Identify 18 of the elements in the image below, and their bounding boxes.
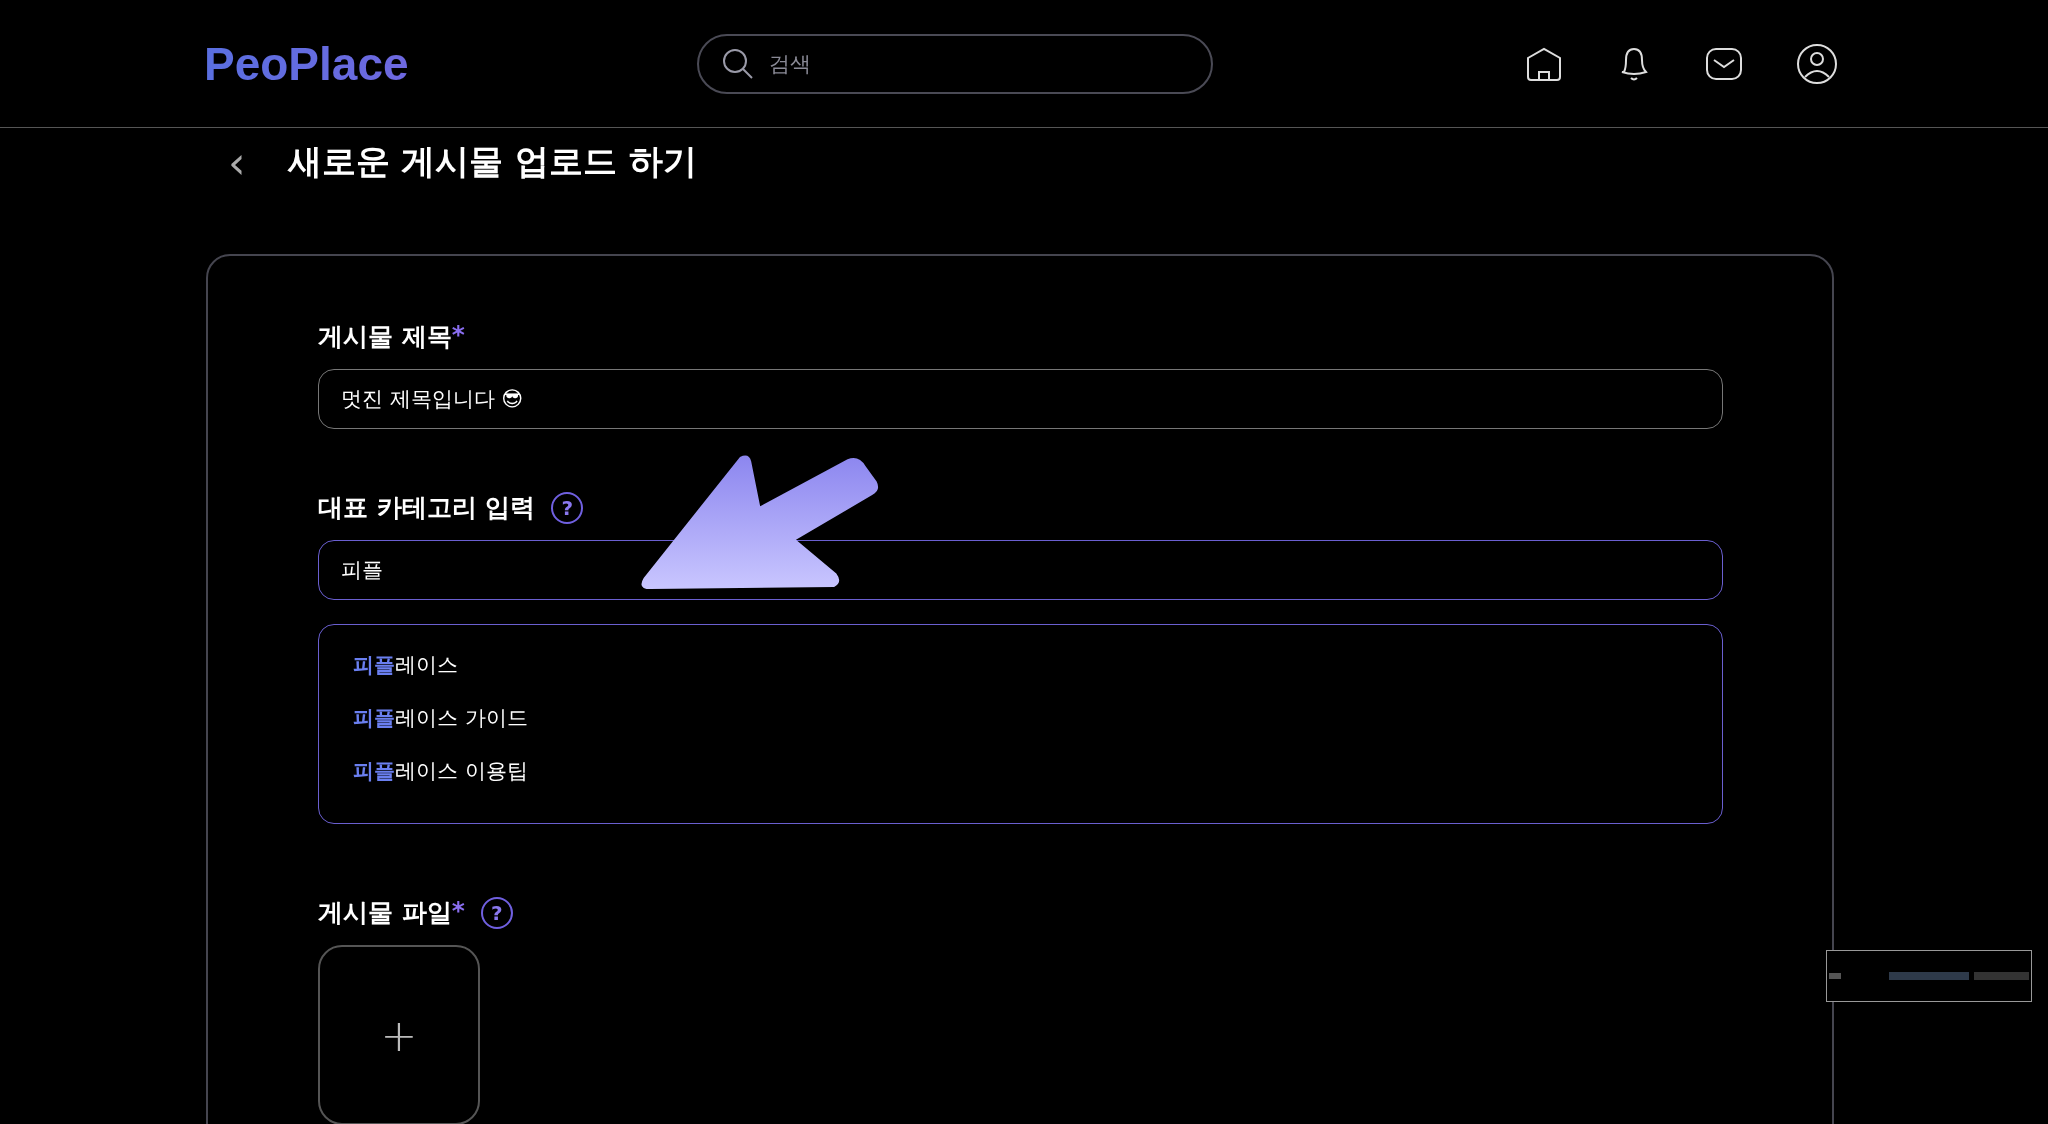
- field-label: 게시물 제목*: [318, 320, 466, 353]
- profile-icon[interactable]: [1796, 42, 1838, 85]
- title-field[interactable]: 멋진 제목입니다 😎: [318, 369, 1723, 429]
- search-field[interactable]: 검색: [697, 33, 1213, 94]
- search-icon: [721, 46, 755, 81]
- suggestion-item[interactable]: 피플레이스 이용팁: [353, 757, 1688, 785]
- add-file-button[interactable]: +: [318, 945, 480, 1124]
- field-label: 게시물 파일*: [318, 896, 465, 929]
- page-title: 새로운 게시물 업로드 하기: [287, 140, 698, 183]
- help-button[interactable]: ?: [480, 896, 513, 929]
- back-button[interactable]: ‹: [220, 136, 254, 188]
- mail-icon[interactable]: [1704, 45, 1744, 82]
- suggestion-item[interactable]: 피플레이스 가이드: [353, 704, 1688, 732]
- category-field[interactable]: 피플: [318, 540, 1723, 600]
- help-button[interactable]: ?: [551, 491, 584, 524]
- suggestion-item[interactable]: 피플레이스: [353, 651, 1688, 679]
- field-label: 대표 카테고리 입력: [318, 492, 536, 524]
- minimap-thumbnail[interactable]: [1826, 950, 2032, 1002]
